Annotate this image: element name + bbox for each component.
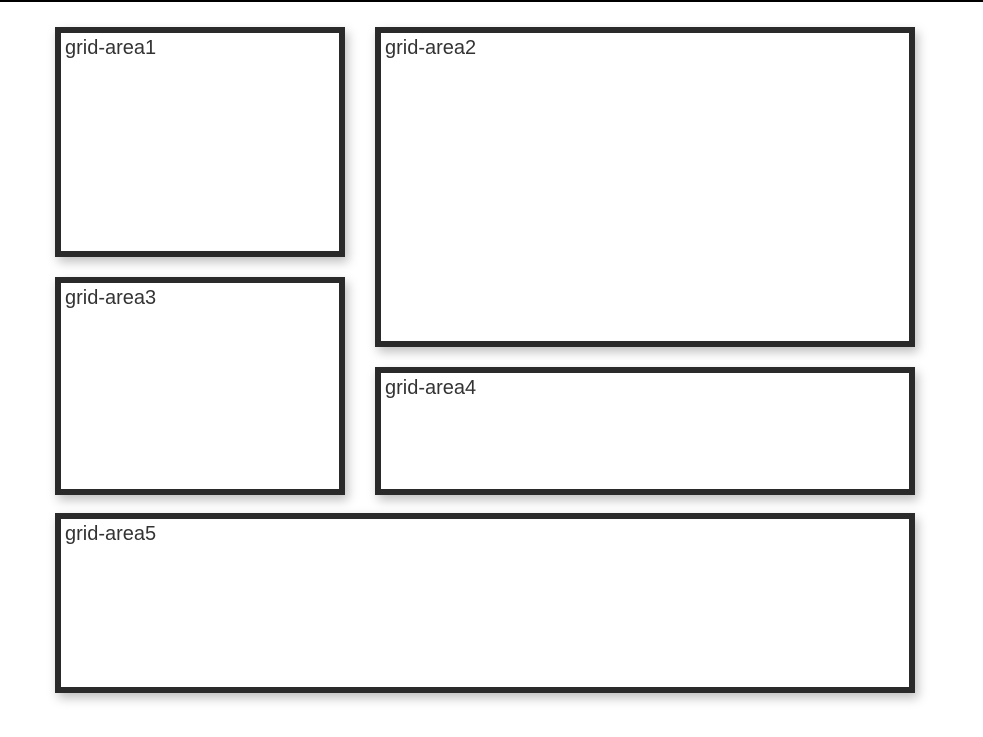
grid-area-3: grid-area3	[55, 277, 345, 495]
grid-area-2: grid-area2	[375, 27, 915, 347]
grid-area-1-label: grid-area1	[65, 37, 156, 59]
grid-container: grid-area1 grid-area2 grid-area3 grid-ar…	[0, 2, 983, 718]
grid-area-4: grid-area4	[375, 367, 915, 495]
grid-area-5-label: grid-area5	[65, 523, 156, 545]
grid-area-1: grid-area1	[55, 27, 345, 257]
grid-area-2-label: grid-area2	[385, 37, 476, 59]
grid-area-3-label: grid-area3	[65, 287, 156, 309]
grid-area-5: grid-area5	[55, 513, 915, 693]
grid-area-4-label: grid-area4	[385, 377, 476, 399]
